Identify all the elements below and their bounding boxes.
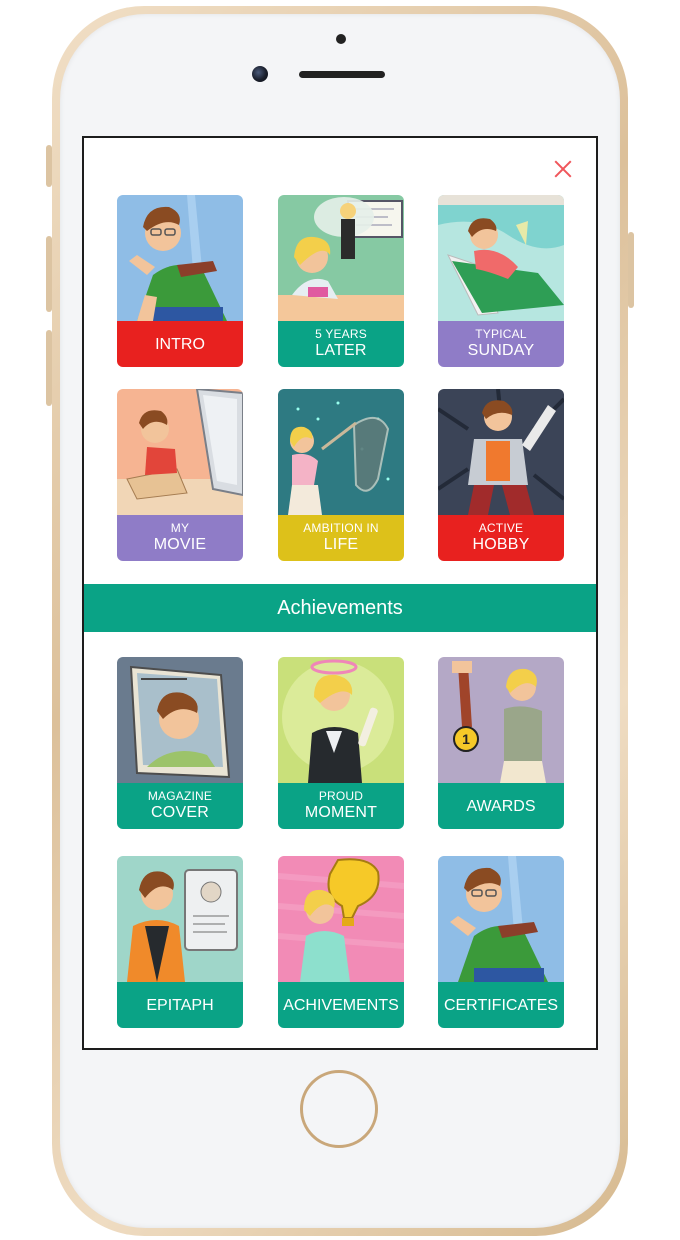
card-achivements[interactable]: ACHIVEMENTS	[278, 856, 404, 1028]
volume-up-button	[46, 236, 52, 312]
card-achivements-label: ACHIVEMENTS	[278, 982, 404, 1028]
card-label-text: INTRO	[155, 335, 205, 353]
card-epitaph[interactable]: EPITAPH	[117, 856, 243, 1028]
magazine-cover-illustration	[117, 657, 243, 783]
card-label-big: MOMENT	[304, 804, 378, 821]
awards-illustration	[438, 657, 564, 783]
card-certificates[interactable]: CERTIFICATES	[438, 856, 564, 1028]
card-5-years-later[interactable]: 5 YEARS LATER	[278, 195, 404, 367]
card-label-big: MOVIE	[153, 536, 207, 553]
card-typical-sunday-label: TYPICAL SUNDAY	[438, 321, 564, 367]
card-label-small: 5 YEARS	[315, 327, 367, 341]
achivements-illustration	[278, 856, 404, 982]
card-5-years-later-label: 5 YEARS LATER	[278, 321, 404, 367]
card-label-small: AMBITION IN	[303, 521, 379, 535]
card-typical-sunday[interactable]: TYPICAL SUNDAY	[438, 195, 564, 367]
card-certificates-label: CERTIFICATES	[438, 982, 564, 1028]
front-camera-icon	[252, 66, 268, 82]
card-epitaph-label: EPITAPH	[117, 982, 243, 1028]
card-label-small: MY	[170, 521, 190, 535]
card-label-text: CERTIFICATES	[443, 996, 559, 1014]
card-label-small: ACTIVE	[478, 521, 524, 535]
card-label-big: COVER	[151, 804, 209, 821]
home-button[interactable]	[300, 1070, 378, 1148]
card-label-text: EPITAPH	[146, 996, 214, 1014]
active-hobby-illustration	[438, 389, 564, 515]
card-label-big: LIFE	[323, 536, 359, 553]
card-my-movie-label: MY MOVIE	[117, 515, 243, 561]
ambition-in-life-illustration	[278, 389, 404, 515]
my-movie-illustration	[117, 389, 243, 515]
card-label-small: PROUD	[318, 789, 364, 803]
card-intro[interactable]: INTRO	[117, 195, 243, 367]
card-awards[interactable]: 1 AWARDS	[438, 657, 564, 829]
mute-switch	[46, 145, 52, 187]
section-title-achievements: Achievements	[84, 584, 596, 632]
card-awards-label: AWARDS	[438, 783, 564, 829]
intro-illustration	[117, 195, 243, 321]
close-icon[interactable]	[552, 158, 574, 180]
app-screen: INTRO 5 YEARS LATER TYPICAL SUNDAY MY MO…	[82, 136, 598, 1050]
card-label-text: AWARDS	[466, 797, 536, 815]
card-label-big: SUNDAY	[467, 342, 535, 359]
card-active-hobby[interactable]: ACTIVE HOBBY	[438, 389, 564, 561]
volume-down-button	[46, 330, 52, 406]
card-label-big: LATER	[315, 342, 367, 359]
card-label-small: MAGAZINE	[147, 789, 213, 803]
card-label-big: HOBBY	[472, 536, 530, 553]
card-active-hobby-label: ACTIVE HOBBY	[438, 515, 564, 561]
card-intro-label: INTRO	[117, 321, 243, 367]
card-proud-moment-label: PROUD MOMENT	[278, 783, 404, 829]
epitaph-illustration	[117, 856, 243, 982]
card-ambition-in-life-label: AMBITION IN LIFE	[278, 515, 404, 561]
card-magazine-cover-label: MAGAZINE COVER	[117, 783, 243, 829]
card-proud-moment[interactable]: PROUD MOMENT	[278, 657, 404, 829]
card-label-text: ACHIVEMENTS	[283, 996, 399, 1014]
medal-number: 1	[462, 731, 470, 747]
5-years-later-illustration	[278, 195, 404, 321]
card-label-small: TYPICAL	[475, 327, 527, 341]
card-my-movie[interactable]: MY MOVIE	[117, 389, 243, 561]
power-button	[628, 232, 634, 308]
proximity-sensor	[336, 34, 346, 44]
card-ambition-in-life[interactable]: AMBITION IN LIFE	[278, 389, 404, 561]
certificates-illustration	[438, 856, 564, 982]
card-magazine-cover[interactable]: MAGAZINE COVER	[117, 657, 243, 829]
typical-sunday-illustration	[438, 195, 564, 321]
earpiece-speaker	[299, 71, 385, 78]
proud-moment-illustration	[278, 657, 404, 783]
